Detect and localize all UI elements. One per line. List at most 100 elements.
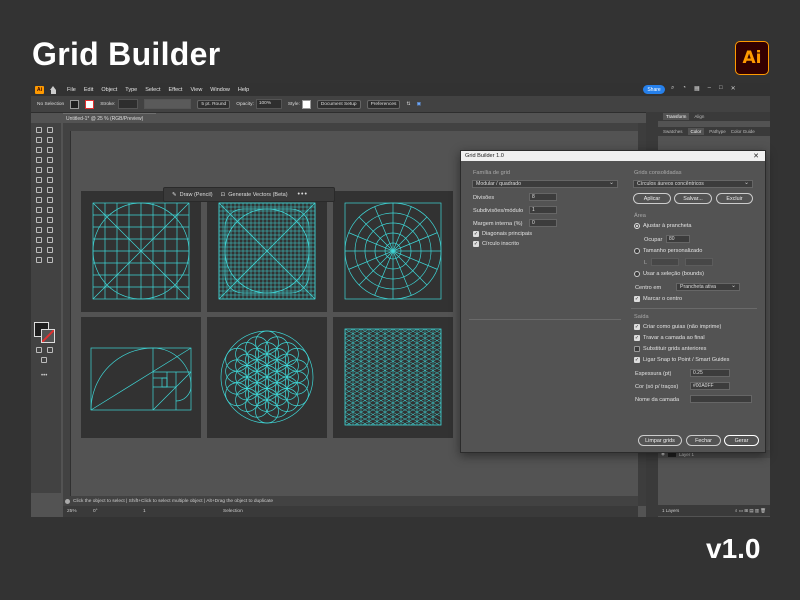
perspective-grid-tool-icon[interactable] [47, 207, 53, 213]
lock-layer-checkbox[interactable]: ✓ [634, 335, 640, 341]
rotate-tool-icon[interactable] [36, 187, 42, 193]
tab-align[interactable]: Align [694, 114, 704, 119]
arrange-icon[interactable]: ⇅ [406, 102, 410, 107]
artboard-radial-grid[interactable] [333, 191, 453, 312]
artboard-flower-of-life[interactable] [207, 317, 327, 438]
blend-tool-icon[interactable] [47, 227, 53, 233]
tab-transform[interactable]: Transform [663, 113, 690, 120]
subdivisions-input[interactable]: 1 [529, 206, 557, 214]
replace-grids-checkbox[interactable] [634, 346, 640, 352]
occupy-input[interactable]: 80 [666, 235, 690, 243]
artboard-tool-icon[interactable] [36, 247, 42, 253]
menu-effect[interactable]: Effect [169, 87, 183, 93]
generate-button[interactable]: Gerar [724, 435, 759, 446]
dialog-close-icon[interactable]: ✕ [753, 152, 759, 160]
document-setup-button[interactable]: Document Setup [316, 99, 361, 109]
workspace-icon[interactable]: ▦ [694, 85, 700, 92]
direct-selection-tool-icon[interactable] [47, 127, 53, 133]
maximize-icon[interactable]: □ [719, 85, 723, 92]
artboard-isometric-grid[interactable] [333, 317, 453, 438]
save-button[interactable]: Salvar... [674, 193, 712, 204]
eraser-tool-icon[interactable] [47, 177, 53, 183]
center-select[interactable]: Prancheta ativa [676, 282, 740, 291]
shape-builder-tool-icon[interactable] [36, 207, 42, 213]
free-transform-tool-icon[interactable] [47, 197, 53, 203]
column-graph-tool-icon[interactable] [47, 237, 53, 243]
margin-input[interactable]: 0 [529, 219, 557, 227]
mesh-tool-icon[interactable] [36, 217, 42, 223]
draw-mode-icon[interactable] [47, 347, 53, 353]
menu-help[interactable]: Help [238, 87, 249, 93]
rotate-view[interactable]: 0° [93, 509, 133, 514]
artboard-fine-grid[interactable] [207, 191, 327, 312]
artboard-modular-grid[interactable] [81, 191, 201, 312]
custom-height-input[interactable] [685, 258, 713, 266]
diagonals-checkbox[interactable]: ✓ [473, 231, 479, 237]
eyedropper-tool-icon[interactable] [36, 227, 42, 233]
layers-actions-icon[interactable]: ⌕ ▭ ⊞ ▤ ▥ 🗑 [735, 508, 766, 514]
family-select[interactable]: Modular / quadrado [472, 179, 618, 188]
preferences-button[interactable]: Preferences [366, 99, 401, 109]
width-tool-icon[interactable] [36, 197, 42, 203]
symbol-sprayer-tool-icon[interactable] [36, 237, 42, 243]
minimize-icon[interactable]: – [708, 85, 711, 92]
panel-toggle-icon[interactable]: ▣ [416, 102, 421, 107]
divisions-input[interactable]: 8 [529, 193, 557, 201]
mark-center-checkbox[interactable]: ✓ [634, 296, 640, 302]
stroke-color-icon[interactable] [41, 329, 55, 343]
zoom-tool-icon[interactable] [47, 257, 53, 263]
dialog-titlebar[interactable]: Grid Builder 1.0 ✕ [461, 151, 765, 161]
layer-name-input[interactable] [690, 395, 752, 403]
lasso-tool-icon[interactable] [47, 137, 53, 143]
curvature-tool-icon[interactable] [47, 147, 53, 153]
close-icon[interactable]: ✕ [731, 85, 736, 92]
menu-window[interactable]: Window [210, 87, 230, 93]
menu-select[interactable]: Select [145, 87, 160, 93]
apply-button[interactable]: Aplicar [633, 193, 671, 204]
rectangle-tool-icon[interactable] [36, 167, 42, 173]
stroke-weight-input[interactable] [118, 99, 139, 109]
gradient-tool-icon[interactable] [47, 217, 53, 223]
screen-mode-icon[interactable] [41, 357, 47, 363]
tab-pathype[interactable]: Pathype [709, 129, 726, 134]
color-mode-icon[interactable] [36, 347, 42, 353]
consolidated-select[interactable]: Círculos áureos concêntricos [633, 179, 753, 188]
type-tool-icon[interactable] [36, 157, 42, 163]
clear-grids-button[interactable]: Limpar grids [638, 435, 682, 446]
style-swatch[interactable] [301, 99, 311, 109]
tab-color[interactable]: Color [687, 128, 705, 135]
use-selection-radio[interactable] [634, 271, 640, 277]
search-icon[interactable]: ⌕ [671, 85, 674, 92]
draw-pencil-button[interactable]: ✎ Draw (Pencil) [172, 192, 213, 198]
share-button[interactable]: Share [643, 85, 665, 94]
color-input[interactable]: #00A0FF [690, 382, 730, 390]
menu-file[interactable]: File [67, 87, 76, 93]
more-options-icon[interactable]: ••• [298, 191, 308, 198]
artboard-number[interactable]: 1 [143, 509, 203, 514]
stroke-swatch[interactable] [85, 99, 95, 109]
more-tools-icon[interactable]: ••• [41, 373, 47, 379]
paintbrush-tool-icon[interactable] [47, 167, 53, 173]
menu-edit[interactable]: Edit [84, 87, 93, 93]
thickness-input[interactable]: 0.25 [690, 369, 730, 377]
bell-icon[interactable]: ◔ [682, 85, 686, 92]
custom-width-input[interactable] [651, 258, 679, 266]
circle-checkbox[interactable]: ✓ [473, 241, 479, 247]
scale-tool-icon[interactable] [47, 187, 53, 193]
brush-definition[interactable]: 5 pt. Round [197, 99, 231, 109]
menu-type[interactable]: Type [125, 87, 137, 93]
custom-size-radio[interactable] [634, 248, 640, 254]
zoom-level[interactable]: 25% [67, 509, 93, 514]
close-button[interactable]: Fechar [686, 435, 721, 446]
hand-tool-icon[interactable] [36, 257, 42, 263]
delete-button[interactable]: Excluir [716, 193, 753, 204]
home-icon[interactable] [49, 85, 58, 94]
opacity-input[interactable]: 100% [255, 99, 282, 109]
create-guides-checkbox[interactable]: ✓ [634, 324, 640, 330]
menu-object[interactable]: Object [101, 87, 117, 93]
fit-artboard-radio[interactable] [634, 223, 640, 229]
pen-tool-icon[interactable] [36, 147, 42, 153]
tab-swatches[interactable]: Swatches [663, 129, 683, 134]
generate-vectors-button[interactable]: ⊡ Generate Vectors (Beta) [221, 192, 288, 198]
variable-width-profile[interactable] [144, 99, 192, 109]
